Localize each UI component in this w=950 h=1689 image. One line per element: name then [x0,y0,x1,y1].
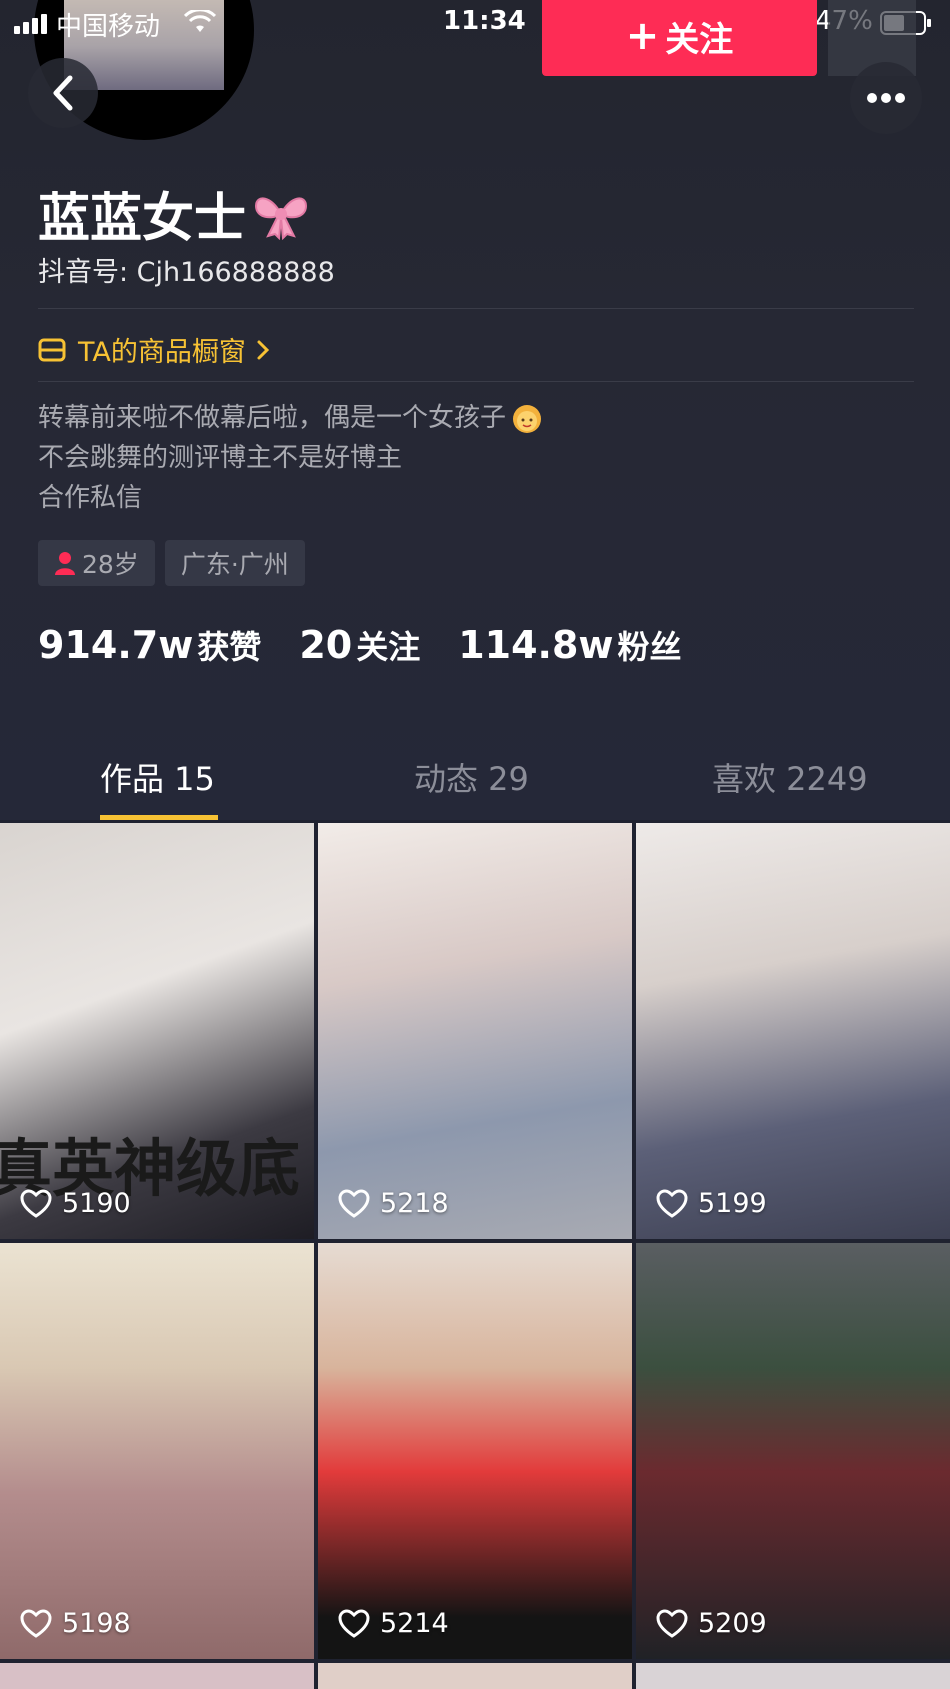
chevron-left-icon [53,75,73,111]
bio-line: 合作私信 [38,483,143,513]
shop-link-label: TA的商品橱窗 [78,337,246,368]
heart-icon [20,1608,52,1638]
bio-line: 不会跳舞的测评博主不是好博主 [38,443,403,473]
video-thumbnail[interactable]: 5214 [318,1243,632,1659]
video-likes: 5198 [20,1608,131,1639]
divider [38,308,914,309]
video-likes: 5199 [656,1188,767,1219]
content-tabs: 作品 15 动态 29 喜欢 2249 [0,740,950,822]
video-likes: 5209 [656,1608,767,1639]
video-thumbnail[interactable]: 真英神级底 5190 [0,823,314,1239]
heart-icon [656,1608,688,1638]
heart-icon [338,1608,370,1638]
video-thumbnail[interactable]: 5198 [0,1243,314,1659]
age-tag: 28岁 [38,540,155,586]
heart-icon [338,1188,370,1218]
profile-stats: 914.7w 获赞 20 关注 114.8w 粉丝 [38,622,682,668]
video-thumbnail[interactable] [318,1663,632,1689]
douyin-id: 抖音号: Cjh166888888 [38,257,335,288]
ribbon-bow-icon [255,197,308,240]
shop-window-link[interactable]: TA的商品橱窗 [38,330,272,369]
video-likes: 5218 [338,1188,449,1219]
video-likes: 5214 [338,1608,449,1639]
follow-button[interactable]: + 关注 [542,0,817,76]
stat-likes[interactable]: 914.7w 获赞 [38,622,261,668]
tab-moments[interactable]: 动态 29 [414,754,529,800]
follow-label: 关注 [665,19,734,60]
profile-tags: 28岁 广东·广州 [38,540,305,586]
status-time: 11:34 [443,6,526,36]
stat-followers[interactable]: 114.8w 粉丝 [458,622,681,668]
tab-indicator [100,815,218,820]
stat-following[interactable]: 20 关注 [299,622,420,668]
video-thumbnail[interactable] [0,1663,314,1689]
carrier-name: 中国移动 [56,12,161,42]
wifi-icon [184,10,216,32]
female-user-icon [55,552,75,575]
more-options-button[interactable] [850,62,922,134]
bio: 转幕前来啦不做幕后啦，偶是一个女孩子 不会跳舞的测评博主不是好博主 合作私信 [38,398,544,518]
chevron-right-icon [257,340,269,359]
shop-icon [38,338,66,361]
tab-likes[interactable]: 喜欢 2249 [712,754,868,800]
video-thumbnail[interactable]: 5218 [318,823,632,1239]
nickname-text: 蓝蓝女士 [38,189,247,249]
divider [38,381,914,382]
back-button[interactable] [28,58,98,128]
ellipsis-icon [867,93,905,103]
heart-icon [656,1188,688,1218]
tab-works[interactable]: 作品 15 [100,754,215,800]
video-thumbnail[interactable]: 5209 [636,1243,950,1659]
plus-icon: + [625,13,660,59]
signal-icon [14,14,54,34]
girl-emoji-icon [513,405,542,433]
nickname: 蓝蓝女士 [38,176,310,251]
bio-line: 转幕前来啦不做幕后啦，偶是一个女孩子 [38,398,544,438]
video-thumbnail[interactable]: 5199 [636,823,950,1239]
heart-icon [20,1188,52,1218]
video-thumbnail[interactable] [636,1663,950,1689]
video-likes: 5190 [20,1188,131,1219]
location-tag: 广东·广州 [164,540,305,586]
